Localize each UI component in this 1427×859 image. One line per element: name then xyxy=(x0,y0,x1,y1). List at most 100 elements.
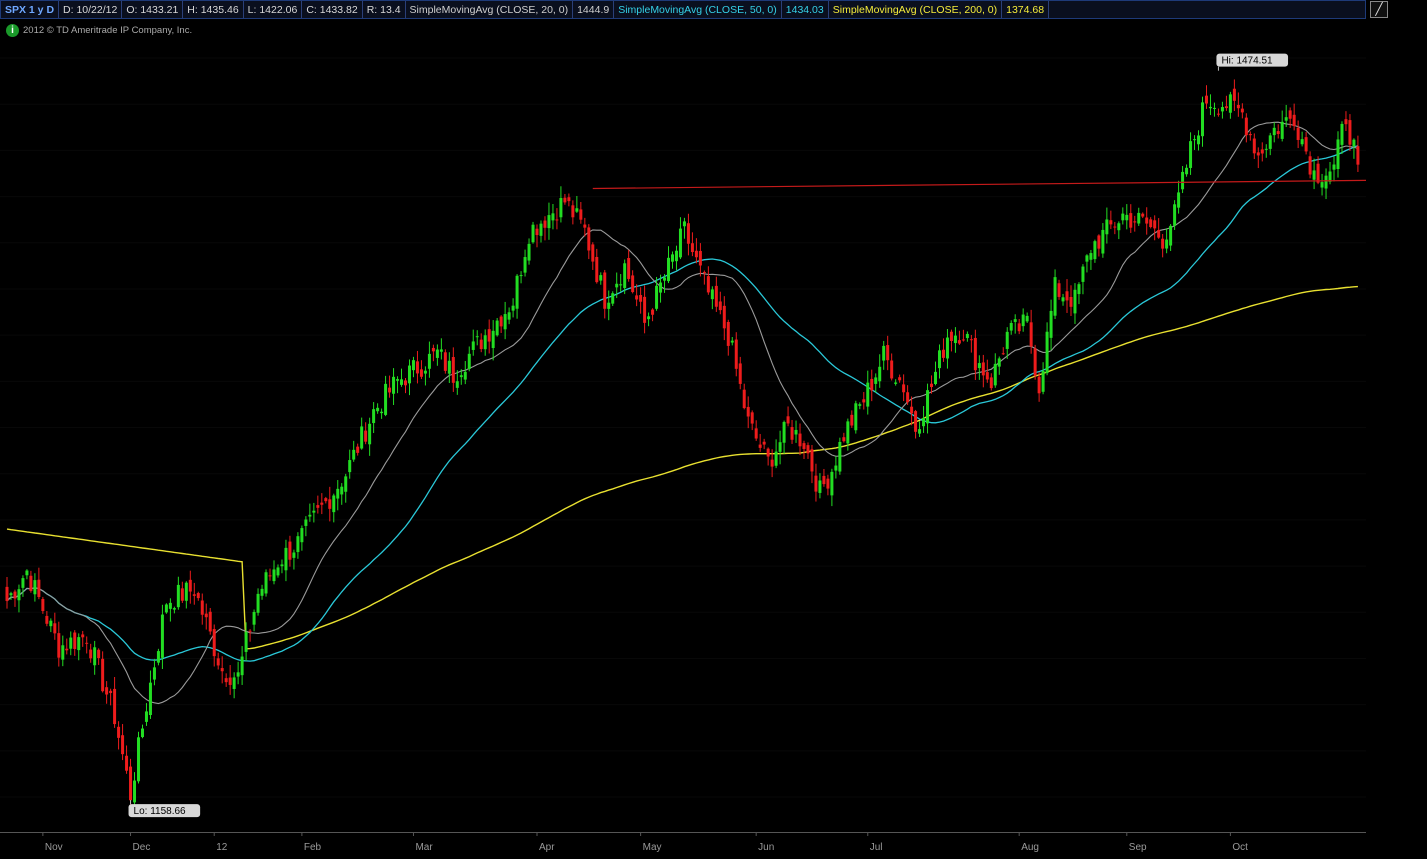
hi-lo-annotations: Hi: 1474.51 Lo: 1158.66 xyxy=(128,53,1289,818)
candle xyxy=(1272,122,1276,143)
candle-body xyxy=(93,647,97,666)
candle-body xyxy=(1105,219,1109,235)
candle-body xyxy=(910,406,914,414)
quote-header: SPX 1 y D D: 10/22/12 O: 1433.21 H: 1435… xyxy=(0,0,1366,19)
candle-body xyxy=(1109,220,1113,225)
candle-body xyxy=(973,337,977,371)
chart-gridlines xyxy=(0,57,1366,798)
candle xyxy=(910,396,914,426)
candle-body xyxy=(922,417,926,427)
candle-body xyxy=(407,365,411,384)
candle-body xyxy=(1244,117,1248,136)
candle-body xyxy=(1077,284,1081,295)
candle xyxy=(894,379,898,386)
candle-body xyxy=(754,428,758,439)
candle xyxy=(328,486,332,522)
candle-body xyxy=(710,289,714,300)
candle-body xyxy=(802,443,806,449)
candle-body xyxy=(1017,323,1021,332)
candle-body xyxy=(1001,353,1005,355)
candle xyxy=(332,493,336,523)
candle xyxy=(479,333,483,353)
candle-body xyxy=(1125,214,1129,221)
candle-body xyxy=(85,642,89,644)
candle-body xyxy=(168,602,172,609)
candle-body xyxy=(678,228,682,258)
candle-body xyxy=(33,580,37,595)
candle-body xyxy=(623,263,627,289)
candle-body xyxy=(655,285,659,309)
candle xyxy=(507,307,511,325)
candle-body xyxy=(316,505,320,508)
candle xyxy=(392,368,396,406)
candle xyxy=(643,285,647,334)
candle xyxy=(447,352,451,384)
candle-body xyxy=(491,330,495,349)
candle xyxy=(356,443,360,456)
candle xyxy=(539,220,543,243)
candle-body xyxy=(21,578,25,588)
candle-body xyxy=(615,283,619,288)
candle xyxy=(184,581,188,609)
candle-body xyxy=(766,448,770,457)
candle-body xyxy=(830,471,834,496)
candle-body xyxy=(376,407,380,412)
candle-body xyxy=(232,677,236,689)
candle xyxy=(627,249,631,282)
candle xyxy=(814,463,818,502)
candle xyxy=(651,308,655,322)
candle xyxy=(1304,132,1308,155)
candle xyxy=(336,480,340,511)
candle xyxy=(49,618,53,633)
candle-body xyxy=(192,594,196,596)
candle xyxy=(148,670,152,719)
candle xyxy=(1248,131,1252,141)
candle-body xyxy=(603,272,607,309)
candle-body xyxy=(1336,139,1340,170)
candle-body xyxy=(643,296,647,323)
candle-body xyxy=(1232,88,1236,101)
candlestick-chart[interactable]: Hi: 1474.51Lo: 1158.66 11601180120012201… xyxy=(0,0,1427,859)
candle xyxy=(949,329,953,352)
candle xyxy=(1021,308,1025,332)
info-icon[interactable]: i xyxy=(6,24,19,37)
candle-body xyxy=(1161,238,1165,249)
candle-body xyxy=(17,589,21,601)
candle-body xyxy=(770,459,774,467)
candle xyxy=(1117,221,1121,240)
candle xyxy=(1137,207,1141,226)
candle xyxy=(937,344,941,379)
candle-body xyxy=(419,369,423,377)
sma20-label[interactable]: SimpleMovingAvg (CLOSE, 20, 0) xyxy=(406,1,574,18)
copyright-text: 2012 © TD Ameritrade IP Company, Inc. xyxy=(23,25,193,36)
candle-body xyxy=(1197,135,1201,145)
sma50-label[interactable]: SimpleMovingAvg (CLOSE, 50, 0) xyxy=(614,1,782,18)
candle xyxy=(180,581,184,603)
candle xyxy=(1296,120,1300,149)
candle-body xyxy=(985,372,989,380)
candle-body xyxy=(810,449,814,472)
candle-body xyxy=(144,711,148,722)
candle-body xyxy=(1061,297,1065,302)
candle-body xyxy=(188,579,192,592)
candle xyxy=(866,370,870,415)
candle-body xyxy=(635,295,639,300)
candle xyxy=(1173,200,1177,230)
candle-body xyxy=(1332,164,1336,170)
candle-body xyxy=(499,316,503,327)
symbol-label[interactable]: SPX 1 y D xyxy=(1,1,60,18)
sma200-label[interactable]: SimpleMovingAvg (CLOSE, 200, 0) xyxy=(829,1,1003,18)
candle-body xyxy=(878,366,882,382)
candle xyxy=(248,629,252,642)
drawing-tools-icon[interactable]: ╱ xyxy=(1370,1,1388,18)
candle-body xyxy=(718,301,722,311)
candle xyxy=(37,567,41,600)
candle xyxy=(1109,210,1113,230)
candle xyxy=(511,298,515,318)
candle-body xyxy=(1340,123,1344,145)
candle-body xyxy=(659,282,663,293)
resistance-trendline[interactable] xyxy=(592,179,1367,190)
candle xyxy=(981,354,985,388)
candle-body xyxy=(109,690,113,694)
candle-body xyxy=(527,243,531,261)
